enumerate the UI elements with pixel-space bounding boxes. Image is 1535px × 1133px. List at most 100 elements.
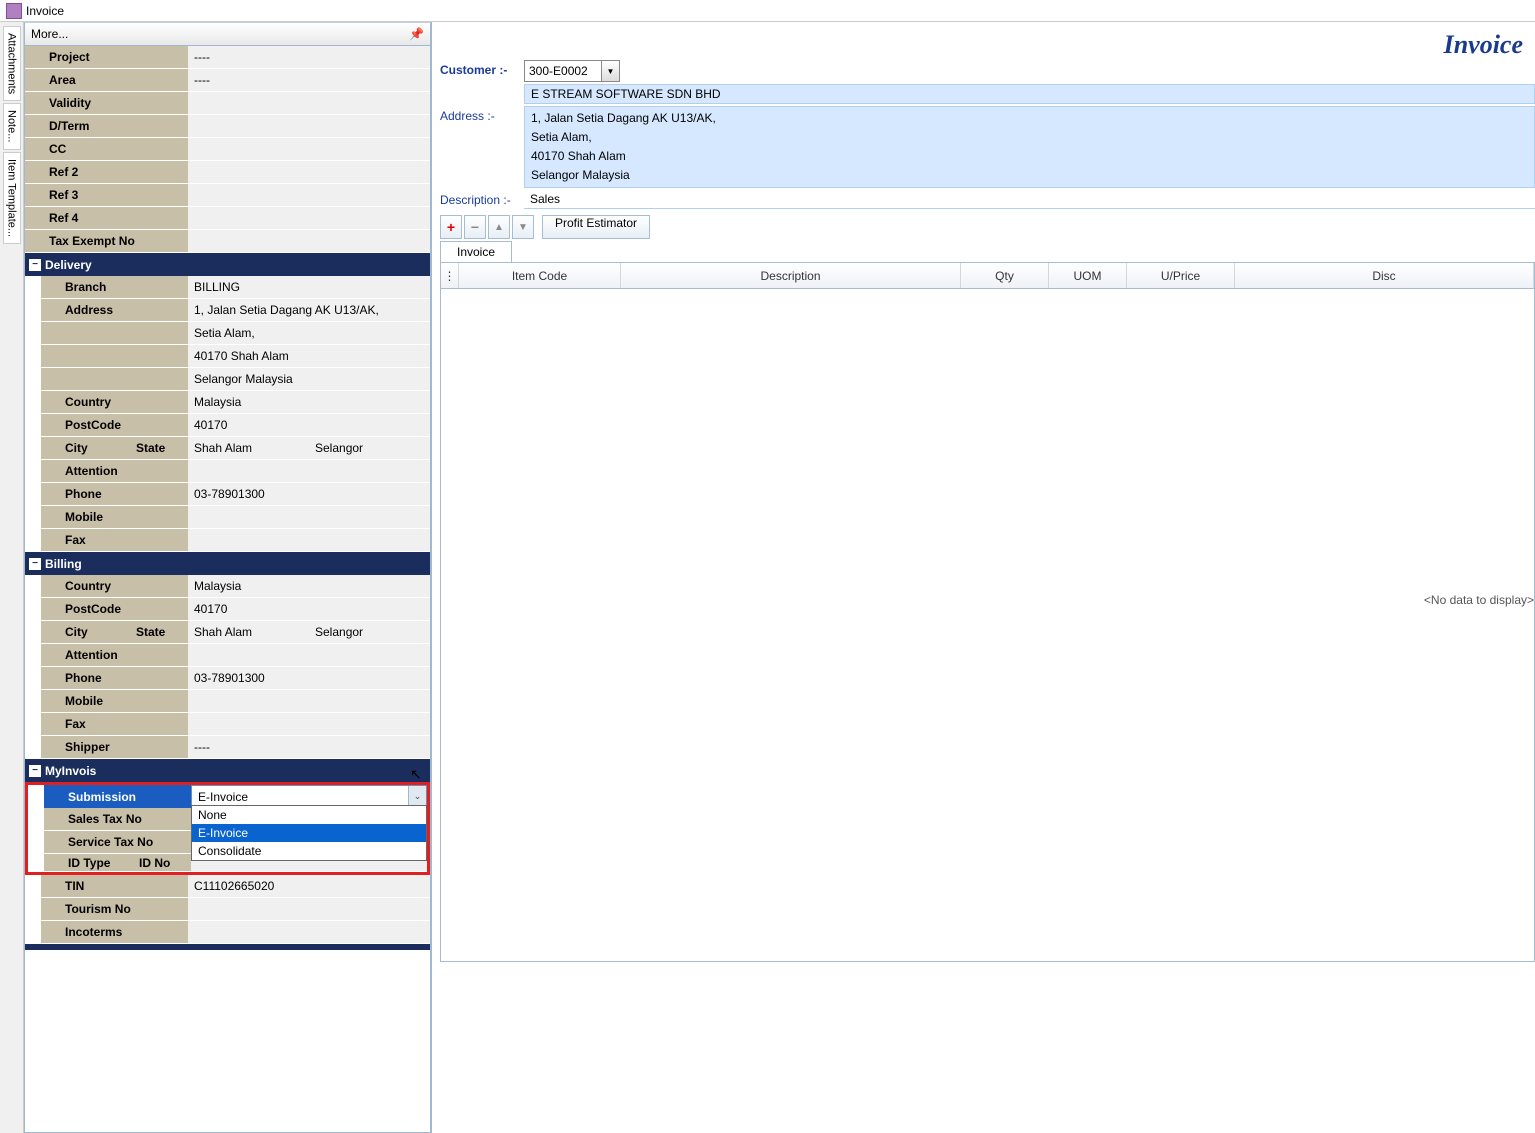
collapse-icon[interactable]: − — [29, 558, 41, 570]
label-billing-phone: Phone — [25, 667, 188, 689]
add-row-button[interactable]: + — [440, 215, 462, 239]
page-title: Invoice — [440, 30, 1535, 60]
line-items-grid[interactable]: ⋮ Item Code Description Qty UOM U/Price … — [440, 262, 1535, 962]
label-id-type: ID Type — [44, 856, 139, 870]
tab-attachments[interactable]: Attachments — [3, 26, 21, 101]
value-billing-state[interactable]: Selangor — [309, 621, 430, 643]
value-city[interactable]: Shah Alam — [188, 437, 309, 459]
value-country[interactable]: Malaysia — [188, 391, 430, 413]
value-incoterms[interactable] — [188, 921, 430, 943]
option-einvoice[interactable]: E-Invoice — [192, 824, 426, 842]
label-attention: Attention — [25, 460, 188, 482]
option-consolidate[interactable]: Consolidate — [192, 842, 426, 860]
window-title: Invoice — [26, 4, 64, 18]
collapse-icon[interactable]: − — [29, 259, 41, 271]
chevron-down-icon[interactable]: ⌄ — [408, 786, 426, 807]
value-tin[interactable]: C11102665020 — [188, 875, 430, 897]
remove-row-button[interactable]: − — [464, 215, 486, 239]
value-billing-city[interactable]: Shah Alam — [188, 621, 309, 643]
value-dterm[interactable] — [188, 115, 430, 137]
label-billing-attention: Attention — [25, 644, 188, 666]
label-cc: CC — [25, 138, 188, 160]
section-billing[interactable]: −Billing — [25, 552, 430, 575]
submission-dropdown-list[interactable]: None E-Invoice Consolidate — [191, 805, 427, 861]
value-postcode[interactable]: 40170 — [188, 414, 430, 436]
value-shipper[interactable]: ---- — [188, 736, 430, 758]
value-validity[interactable] — [188, 92, 430, 114]
label-billing-city: City — [41, 625, 136, 639]
right-panel: Invoice Customer :- ▼ E STREAM SOFTWARE … — [432, 22, 1535, 1133]
tab-note[interactable]: Note... — [3, 103, 21, 149]
value-cc[interactable] — [188, 138, 430, 160]
label-ref2: Ref 2 — [25, 161, 188, 183]
label-billing-postcode: PostCode — [25, 598, 188, 620]
tab-item-template[interactable]: Item Template... — [3, 152, 21, 244]
profit-estimator-button[interactable]: Profit Estimator — [542, 215, 650, 239]
label-billing-mobile: Mobile — [25, 690, 188, 712]
move-down-button[interactable]: ▼ — [512, 215, 534, 239]
pin-icon[interactable]: 📌 — [409, 27, 424, 41]
titlebar: Invoice — [0, 0, 1535, 22]
label-validity: Validity — [25, 92, 188, 114]
section-delivery[interactable]: −Delivery — [25, 253, 430, 276]
value-branch[interactable]: BILLING — [188, 276, 430, 298]
value-project[interactable]: ---- — [188, 46, 430, 68]
value-ref3[interactable] — [188, 184, 430, 206]
left-panel: More... 📌 Project---- Area---- Validity … — [24, 22, 432, 1133]
col-uom[interactable]: UOM — [1049, 263, 1127, 288]
value-attention[interactable] — [188, 460, 430, 482]
chevron-down-icon[interactable]: ▼ — [601, 61, 619, 81]
label-branch: Branch — [25, 276, 188, 298]
value-area[interactable]: ---- — [188, 69, 430, 91]
description-field[interactable]: Sales — [524, 190, 1535, 209]
value-ref4[interactable] — [188, 207, 430, 229]
customer-name[interactable]: E STREAM SOFTWARE SDN BHD — [524, 84, 1535, 104]
value-address2[interactable]: Setia Alam, — [188, 322, 430, 344]
grid-toolbar: + − ▲ ▼ Profit Estimator — [440, 215, 1535, 239]
no-data-label: <No data to display> — [1424, 593, 1534, 607]
value-address3[interactable]: 40170 Shah Alam — [188, 345, 430, 367]
col-description[interactable]: Description — [621, 263, 961, 288]
label-incoterms: Incoterms — [25, 921, 188, 943]
app-icon — [6, 3, 22, 19]
tab-invoice[interactable]: Invoice — [440, 241, 512, 262]
more-bar[interactable]: More... 📌 — [24, 22, 431, 46]
value-billing-attention[interactable] — [188, 644, 430, 666]
value-tax-exempt[interactable] — [188, 230, 430, 252]
value-billing-country[interactable]: Malaysia — [188, 575, 430, 597]
col-price[interactable]: U/Price — [1127, 263, 1235, 288]
label-shipper: Shipper — [25, 736, 188, 758]
label-area: Area — [25, 69, 188, 91]
value-billing-mobile[interactable] — [188, 690, 430, 712]
customer-select[interactable]: ▼ — [524, 60, 620, 82]
value-fax[interactable] — [188, 529, 430, 551]
section-myinvois[interactable]: −MyInvois — [25, 759, 430, 782]
value-address4[interactable]: Selangor Malaysia — [188, 368, 430, 390]
value-address1[interactable]: 1, Jalan Setia Dagang AK U13/AK, — [188, 299, 430, 321]
col-disc[interactable]: Disc — [1235, 263, 1534, 288]
row-handle-column[interactable]: ⋮ — [441, 263, 459, 288]
label-billing-fax: Fax — [25, 713, 188, 735]
label-address: Address — [25, 299, 188, 321]
value-tourism[interactable] — [188, 898, 430, 920]
value-state[interactable]: Selangor — [309, 437, 430, 459]
label-customer: Customer :- — [440, 60, 524, 77]
move-up-button[interactable]: ▲ — [488, 215, 510, 239]
option-none[interactable]: None — [192, 806, 426, 824]
label-state: State — [136, 441, 188, 455]
collapse-icon[interactable]: − — [29, 765, 41, 777]
col-item-code[interactable]: Item Code — [459, 263, 621, 288]
label-sales-tax: Sales Tax No — [28, 808, 191, 830]
value-billing-phone[interactable]: 03-78901300 — [188, 667, 430, 689]
customer-code-input[interactable] — [525, 64, 601, 78]
label-postcode: PostCode — [25, 414, 188, 436]
value-ref2[interactable] — [188, 161, 430, 183]
label-tax-exempt: Tax Exempt No — [25, 230, 188, 252]
address-block[interactable]: 1, Jalan Setia Dagang AK U13/AK, Setia A… — [524, 106, 1535, 188]
value-phone[interactable]: 03-78901300 — [188, 483, 430, 505]
value-billing-postcode[interactable]: 40170 — [188, 598, 430, 620]
side-tabs: Attachments Note... Item Template... — [0, 22, 24, 1133]
value-mobile[interactable] — [188, 506, 430, 528]
col-qty[interactable]: Qty — [961, 263, 1049, 288]
value-billing-fax[interactable] — [188, 713, 430, 735]
